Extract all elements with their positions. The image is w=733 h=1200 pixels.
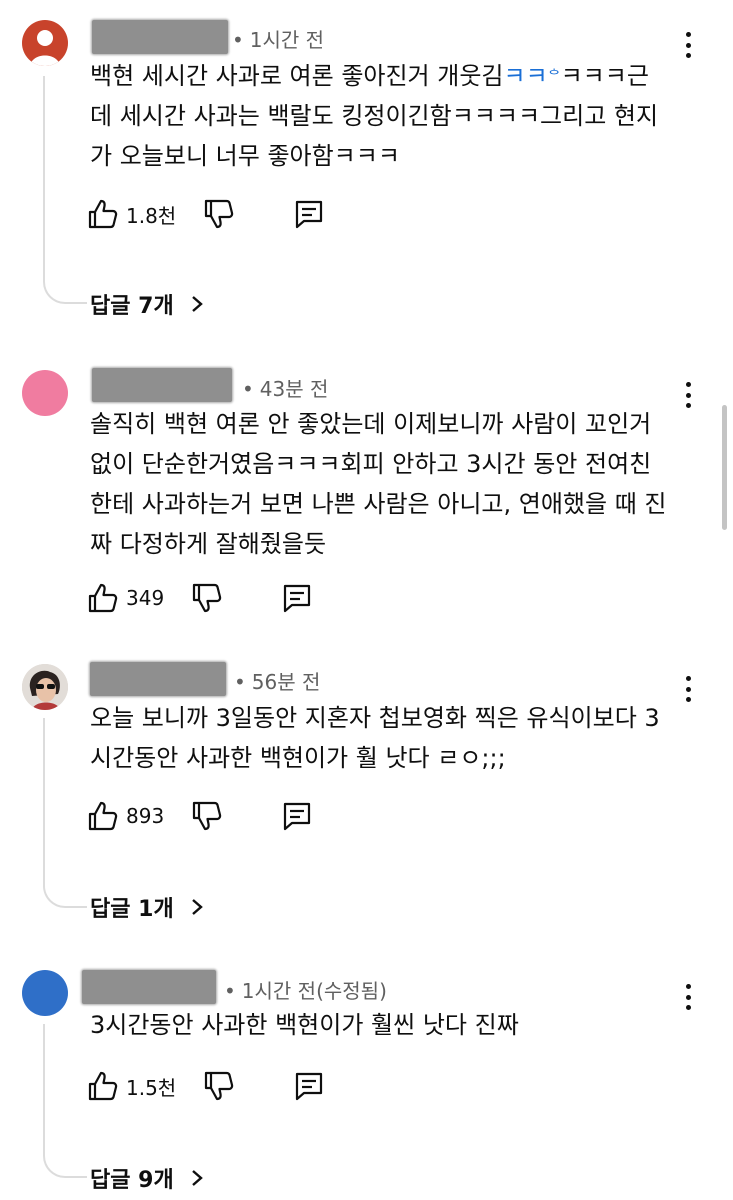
dislike-button[interactable] xyxy=(190,581,224,615)
thumb-up-icon xyxy=(88,1071,118,1101)
timestamp: • 1시간 전 xyxy=(232,28,325,52)
thumb-down-icon xyxy=(193,801,222,831)
comment-icon xyxy=(284,802,311,831)
chevron-right-icon xyxy=(191,296,203,312)
view-replies-button[interactable]: 답글 9개 xyxy=(90,1162,206,1194)
comment-icon xyxy=(296,200,323,229)
like-count: 349 xyxy=(126,586,165,610)
view-replies-button[interactable]: 답글 1개 xyxy=(90,891,206,923)
timestamp: • 56분 전 xyxy=(234,670,321,694)
username-redacted[interactable] xyxy=(92,20,228,54)
like-count: 1.5천 xyxy=(126,1075,177,1100)
reply-button[interactable] xyxy=(280,799,314,833)
comment-text: 백현 세시간 사과로 여론 좋아진거 개웃김ㅋㅋᅌㅋㅋㅋ근 데 세시간 사과는 … xyxy=(90,62,659,170)
username-redacted[interactable] xyxy=(92,368,232,402)
reply-button[interactable] xyxy=(292,197,326,231)
user-avatar-icon xyxy=(30,30,60,66)
comment-actions: 1.5천 xyxy=(86,1068,326,1104)
comment-icon xyxy=(284,584,311,613)
comment-actions: 1.8천 xyxy=(86,196,326,232)
thumb-up-icon xyxy=(88,199,118,229)
avatar[interactable] xyxy=(22,970,68,1016)
scrollbar[interactable] xyxy=(722,405,727,530)
thumb-up-icon xyxy=(88,801,118,831)
comment-text: 솔직히 백현 여론 안 좋았는데 이제보니까 사람이 꼬인거 없이 단순한거였음… xyxy=(90,410,667,558)
thread-line xyxy=(43,76,87,304)
username-redacted[interactable] xyxy=(90,662,226,696)
thumb-up-icon xyxy=(88,583,118,613)
dislike-button[interactable] xyxy=(202,1069,236,1103)
like-count: 893 xyxy=(126,804,165,828)
timestamp: • 43분 전 xyxy=(242,377,329,401)
avatar[interactable] xyxy=(22,664,68,710)
reply-button[interactable] xyxy=(292,1069,326,1103)
like-button[interactable]: 1.8천 xyxy=(86,197,202,231)
user-photo-icon xyxy=(22,664,68,710)
chevron-right-icon xyxy=(191,899,203,915)
thumb-down-icon xyxy=(205,1071,234,1101)
like-count: 1.8천 xyxy=(126,203,177,228)
chevron-right-icon xyxy=(191,1170,203,1186)
comment-actions: 893 xyxy=(86,798,314,834)
thumb-down-icon xyxy=(193,583,222,613)
dislike-button[interactable] xyxy=(190,799,224,833)
dislike-button[interactable] xyxy=(202,197,236,231)
thread-line xyxy=(43,718,87,908)
view-replies-button[interactable]: 답글 7개 xyxy=(90,288,206,320)
comment-icon xyxy=(296,1072,323,1101)
like-button[interactable]: 893 xyxy=(86,799,190,833)
timestamp: • 1시간 전(수정됨) xyxy=(224,979,387,1003)
reply-button[interactable] xyxy=(280,581,314,615)
comment-text: 3시간동안 사과한 백현이가 훨씬 낫다 진짜 xyxy=(90,1011,519,1039)
like-button[interactable]: 349 xyxy=(86,581,190,615)
like-button[interactable]: 1.5천 xyxy=(86,1069,202,1103)
comment-actions: 349 xyxy=(86,580,314,616)
thumb-down-icon xyxy=(205,199,234,229)
username-redacted[interactable] xyxy=(82,970,216,1004)
avatar[interactable] xyxy=(22,370,68,416)
comment-text: 오늘 보니까 3일동안 지혼자 첩보영화 찍은 유식이보다 3 시간동안 사과한… xyxy=(90,704,660,772)
thread-line xyxy=(43,1024,87,1178)
avatar[interactable] xyxy=(22,20,68,66)
